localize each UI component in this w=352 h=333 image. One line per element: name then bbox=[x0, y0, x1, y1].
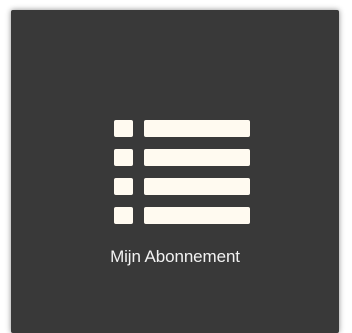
my-subscription-tile[interactable]: Mijn Abonnement bbox=[11, 10, 339, 333]
tile-label: Mijn Abonnement bbox=[110, 247, 240, 266]
list-icon bbox=[114, 120, 250, 224]
